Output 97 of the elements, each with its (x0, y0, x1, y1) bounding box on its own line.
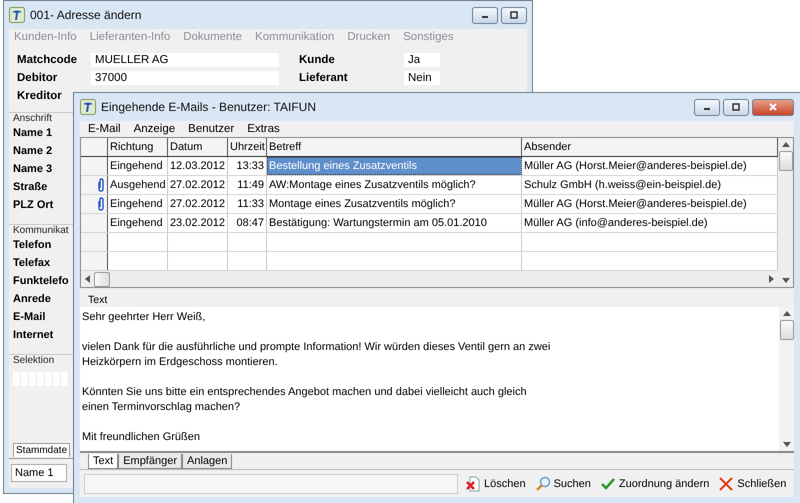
field-label: E-Mail (13, 310, 46, 325)
table-cell: 08:47 (228, 214, 267, 232)
field-value: Nein (404, 70, 440, 84)
message-line: Mit freundlichen Grüßen (82, 430, 201, 445)
close-icon (718, 476, 734, 492)
section-label: Text (88, 294, 108, 306)
maximize-icon (509, 10, 519, 20)
menu-item[interactable]: Anzeige (134, 123, 176, 135)
group-title: Selektion (13, 355, 54, 366)
row-header[interactable] (81, 195, 108, 213)
close-icon (768, 102, 778, 112)
table-cell: Montage eines Zusatzventils möglich? (267, 195, 522, 213)
column-header[interactable]: Richtung (108, 138, 168, 156)
message-line: Heizkörpern im Erdgeschoss montieren. (82, 355, 279, 370)
scroll-down-icon[interactable] (782, 442, 790, 447)
field-label: Name 2 (13, 144, 52, 159)
row-header[interactable] (81, 214, 108, 232)
menu-item[interactable]: Extras (247, 123, 280, 135)
row-header[interactable] (81, 176, 108, 194)
minimize-button[interactable] (472, 6, 498, 24)
field-label: Anrede (13, 292, 51, 307)
field-label: PLZ Ort (13, 198, 54, 213)
message-line: Könnten Sie uns bitte ein entsprechendes Angebot machen und dabei vielleicht auch gleich (82, 385, 528, 400)
field-label: Kunde (299, 54, 336, 66)
field-value: Ja (404, 52, 440, 66)
table-cell: Bestätigung: Wartungstermin am 05.01.2010 (267, 214, 522, 232)
table-cell: Eingehend (108, 157, 168, 175)
menu-item[interactable]: E-Mail (88, 123, 121, 135)
window-title: 001- Adresse ändern (30, 8, 142, 22)
table-cell: Bestellung eines Zusatzventils (267, 157, 522, 175)
row-header[interactable] (81, 252, 108, 270)
table-cell: 11:33 (228, 195, 267, 213)
scroll-thumb[interactable] (778, 151, 792, 171)
checkmark-icon (600, 476, 616, 492)
field-label: Telefax (13, 256, 50, 271)
name-field[interactable]: Name 1 (11, 464, 67, 482)
delete-icon (465, 476, 481, 492)
scroll-thumb[interactable] (780, 320, 794, 340)
field-label: Debitor (17, 72, 58, 84)
field-label: Telefon (13, 238, 52, 253)
window-title: Eingehende E-Mails - Benutzer: TAIFUN (101, 100, 316, 114)
scroll-right-icon[interactable] (769, 275, 774, 283)
column-header[interactable]: Betreff (267, 138, 522, 156)
message-line: vielen Dank für die ausführliche und prompte Information! Wir würden dieses Ventil gern an zwei (82, 340, 552, 355)
group-title: Kommunikat (13, 225, 69, 236)
minimize-button[interactable] (694, 98, 720, 116)
table-cell: 27.02.2012 (168, 195, 228, 213)
maximize-button[interactable] (723, 98, 749, 116)
scroll-up-icon[interactable] (782, 142, 790, 147)
table-cell: AW:Montage eines Zusatzventils möglich? (267, 176, 522, 194)
field-label: Name 1 (13, 126, 52, 141)
close-button[interactable]: Schließen (716, 474, 788, 494)
scroll-down-icon[interactable] (782, 278, 790, 283)
field-label: Kreditor (17, 90, 63, 102)
app-logo-icon (80, 99, 96, 115)
maximize-icon (731, 102, 741, 112)
assign-button[interactable]: Zuordnung ändern (598, 474, 712, 494)
column-header[interactable]: Datum (168, 138, 228, 156)
tab[interactable]: Empfänger (118, 454, 182, 469)
field-label: Lieferant (299, 72, 349, 84)
field-label: Name 3 (13, 162, 52, 177)
field-value: MUELLER AG (91, 52, 279, 66)
delete-button[interactable]: Löschen (463, 474, 528, 494)
tab[interactable]: Stammdate (13, 443, 70, 457)
tab[interactable]: Text (88, 454, 118, 469)
vertical-scrollbar[interactable] (778, 138, 793, 287)
search-icon (534, 476, 551, 492)
group-title: Anschrift (13, 113, 52, 124)
row-header[interactable] (81, 157, 108, 175)
table-cell: 23.02.2012 (168, 214, 228, 232)
message-line: Sehr geehrter Herr Weiß, (82, 310, 206, 325)
field-label: Funktelefo (13, 274, 69, 289)
field-label: Straße (13, 180, 48, 195)
table-cell: 12.03.2012 (168, 157, 228, 175)
horizontal-scrollbar[interactable] (81, 271, 778, 287)
app-logo-icon (9, 7, 25, 23)
menu-item[interactable]: Benutzer (188, 123, 234, 135)
scroll-thumb[interactable] (94, 272, 110, 286)
table-cell: 27.02.2012 (168, 176, 228, 194)
message-text-area[interactable] (80, 307, 794, 453)
scroll-up-icon[interactable] (782, 311, 790, 316)
search-button[interactable]: Suchen (532, 474, 593, 494)
vertical-scrollbar[interactable] (779, 307, 794, 451)
field-label: Matchcode (17, 54, 78, 66)
field-label: Internet (13, 328, 54, 343)
message-line: einen Terminvorschlag machen? (82, 400, 242, 415)
close-button[interactable] (752, 98, 794, 116)
column-header[interactable]: Uhrzeit (228, 138, 267, 156)
table-cell: Eingehend (108, 214, 168, 232)
field-value: 37000 (91, 70, 279, 84)
row-header[interactable] (81, 233, 108, 251)
tab[interactable]: Anlagen (182, 454, 232, 469)
maximize-button[interactable] (501, 6, 527, 24)
scroll-left-icon[interactable] (85, 275, 90, 283)
table-cell: 11:49 (228, 176, 267, 194)
table-cell: Ausgehend (108, 176, 168, 194)
table-cell: Eingehend (108, 195, 168, 213)
